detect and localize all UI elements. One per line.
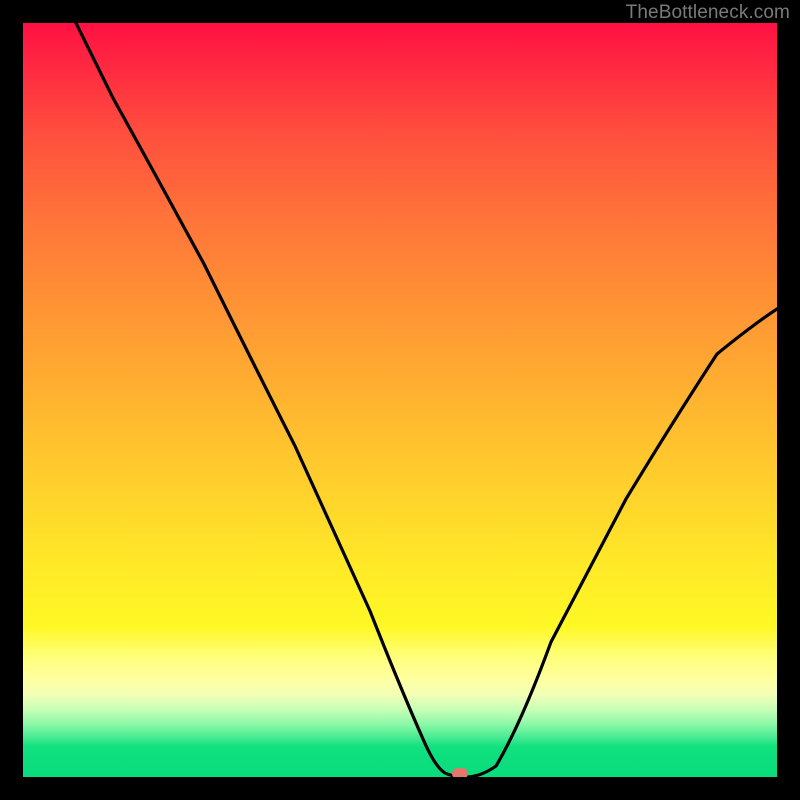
plot-area: [23, 23, 777, 777]
watermark-text: TheBottleneck.com: [626, 2, 790, 24]
optimum-marker: [452, 768, 468, 777]
curve-path: [76, 23, 777, 777]
chart-frame: TheBottleneck.com: [0, 0, 800, 800]
bottleneck-curve: [23, 23, 777, 777]
